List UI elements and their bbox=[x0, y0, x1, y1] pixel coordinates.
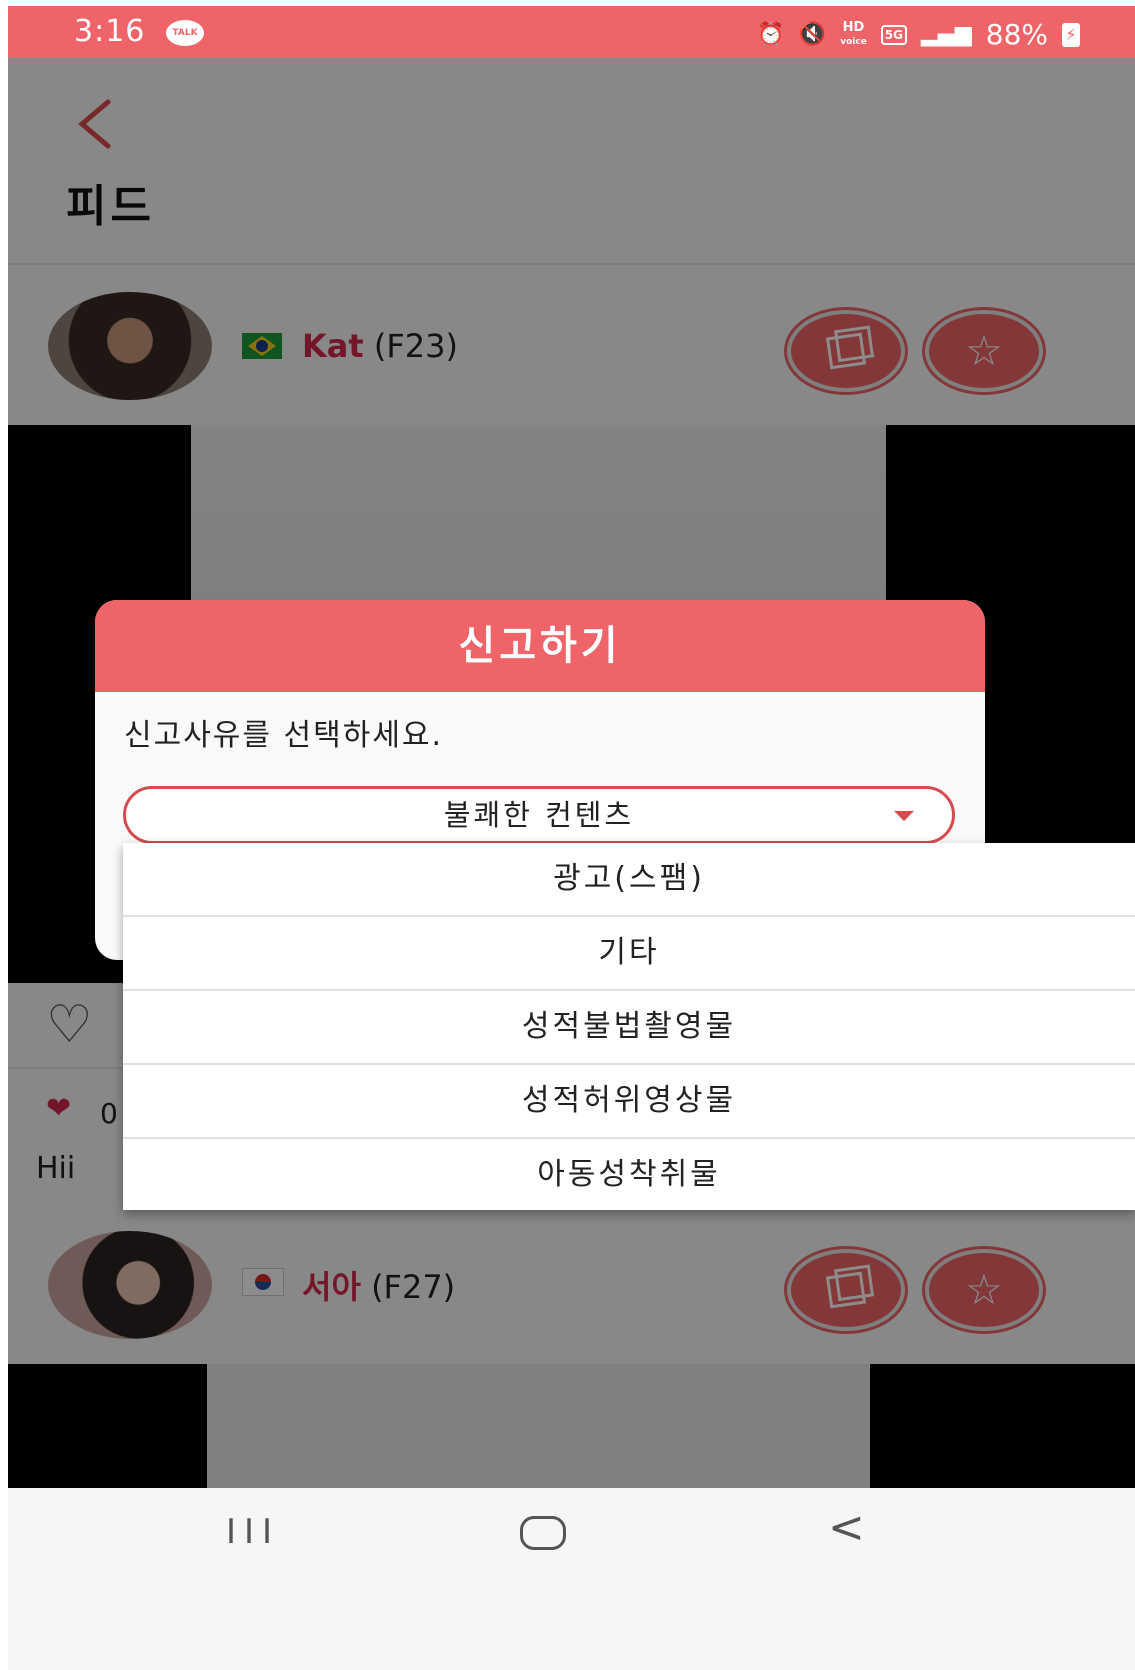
battery-percent: 88% bbox=[985, 18, 1048, 51]
system-back-button[interactable]: < bbox=[828, 1502, 865, 1553]
app-screen: 3:16 TALK ⏰ 🔇 HD voice 5G ▂▄▆ 88% ⚡ 피드 Ka… bbox=[8, 6, 1135, 1670]
5g-icon: 5G bbox=[880, 24, 907, 45]
caret-down-icon bbox=[894, 811, 914, 821]
signal-icon: ▂▄▆ bbox=[921, 21, 972, 47]
home-button[interactable] bbox=[520, 1516, 566, 1550]
dropdown-option[interactable]: 광고(스팸) bbox=[123, 843, 1135, 917]
dropdown-option[interactable]: 성적허위영상물 bbox=[123, 1065, 1135, 1139]
report-reason-select[interactable]: 불쾌한 컨텐츠 bbox=[123, 786, 955, 844]
dropdown-option[interactable]: 아동성착취물 bbox=[123, 1139, 1135, 1211]
kakaotalk-icon: TALK bbox=[166, 20, 204, 46]
dropdown-option[interactable]: 성적불법촬영물 bbox=[123, 991, 1135, 1065]
system-nav-bar: III < bbox=[8, 1488, 1135, 1670]
recent-apps-button[interactable]: III bbox=[226, 1512, 280, 1552]
dropdown-option[interactable]: 기타 bbox=[123, 917, 1135, 991]
battery-charging-icon: ⚡ bbox=[1062, 22, 1080, 47]
mute-icon: 🔇 bbox=[798, 21, 827, 47]
status-time: 3:16 bbox=[74, 14, 146, 49]
hd-voice-icon: HD voice bbox=[840, 19, 867, 47]
dialog-prompt: 신고사유를 선택하세요. bbox=[124, 718, 444, 753]
dialog-title: 신고하기 bbox=[95, 600, 985, 692]
reason-dropdown: 광고(스팸) 기타 성적불법촬영물 성적허위영상물 아동성착취물 bbox=[123, 843, 1135, 1210]
status-icons: ⏰ 🔇 HD voice 5G ▂▄▆ 88% ⚡ bbox=[757, 18, 1080, 51]
status-bar: 3:16 TALK ⏰ 🔇 HD voice 5G ▂▄▆ 88% ⚡ bbox=[8, 6, 1135, 58]
select-value: 불쾌한 컨텐츠 bbox=[443, 798, 635, 832]
alarm-icon: ⏰ bbox=[757, 21, 785, 47]
